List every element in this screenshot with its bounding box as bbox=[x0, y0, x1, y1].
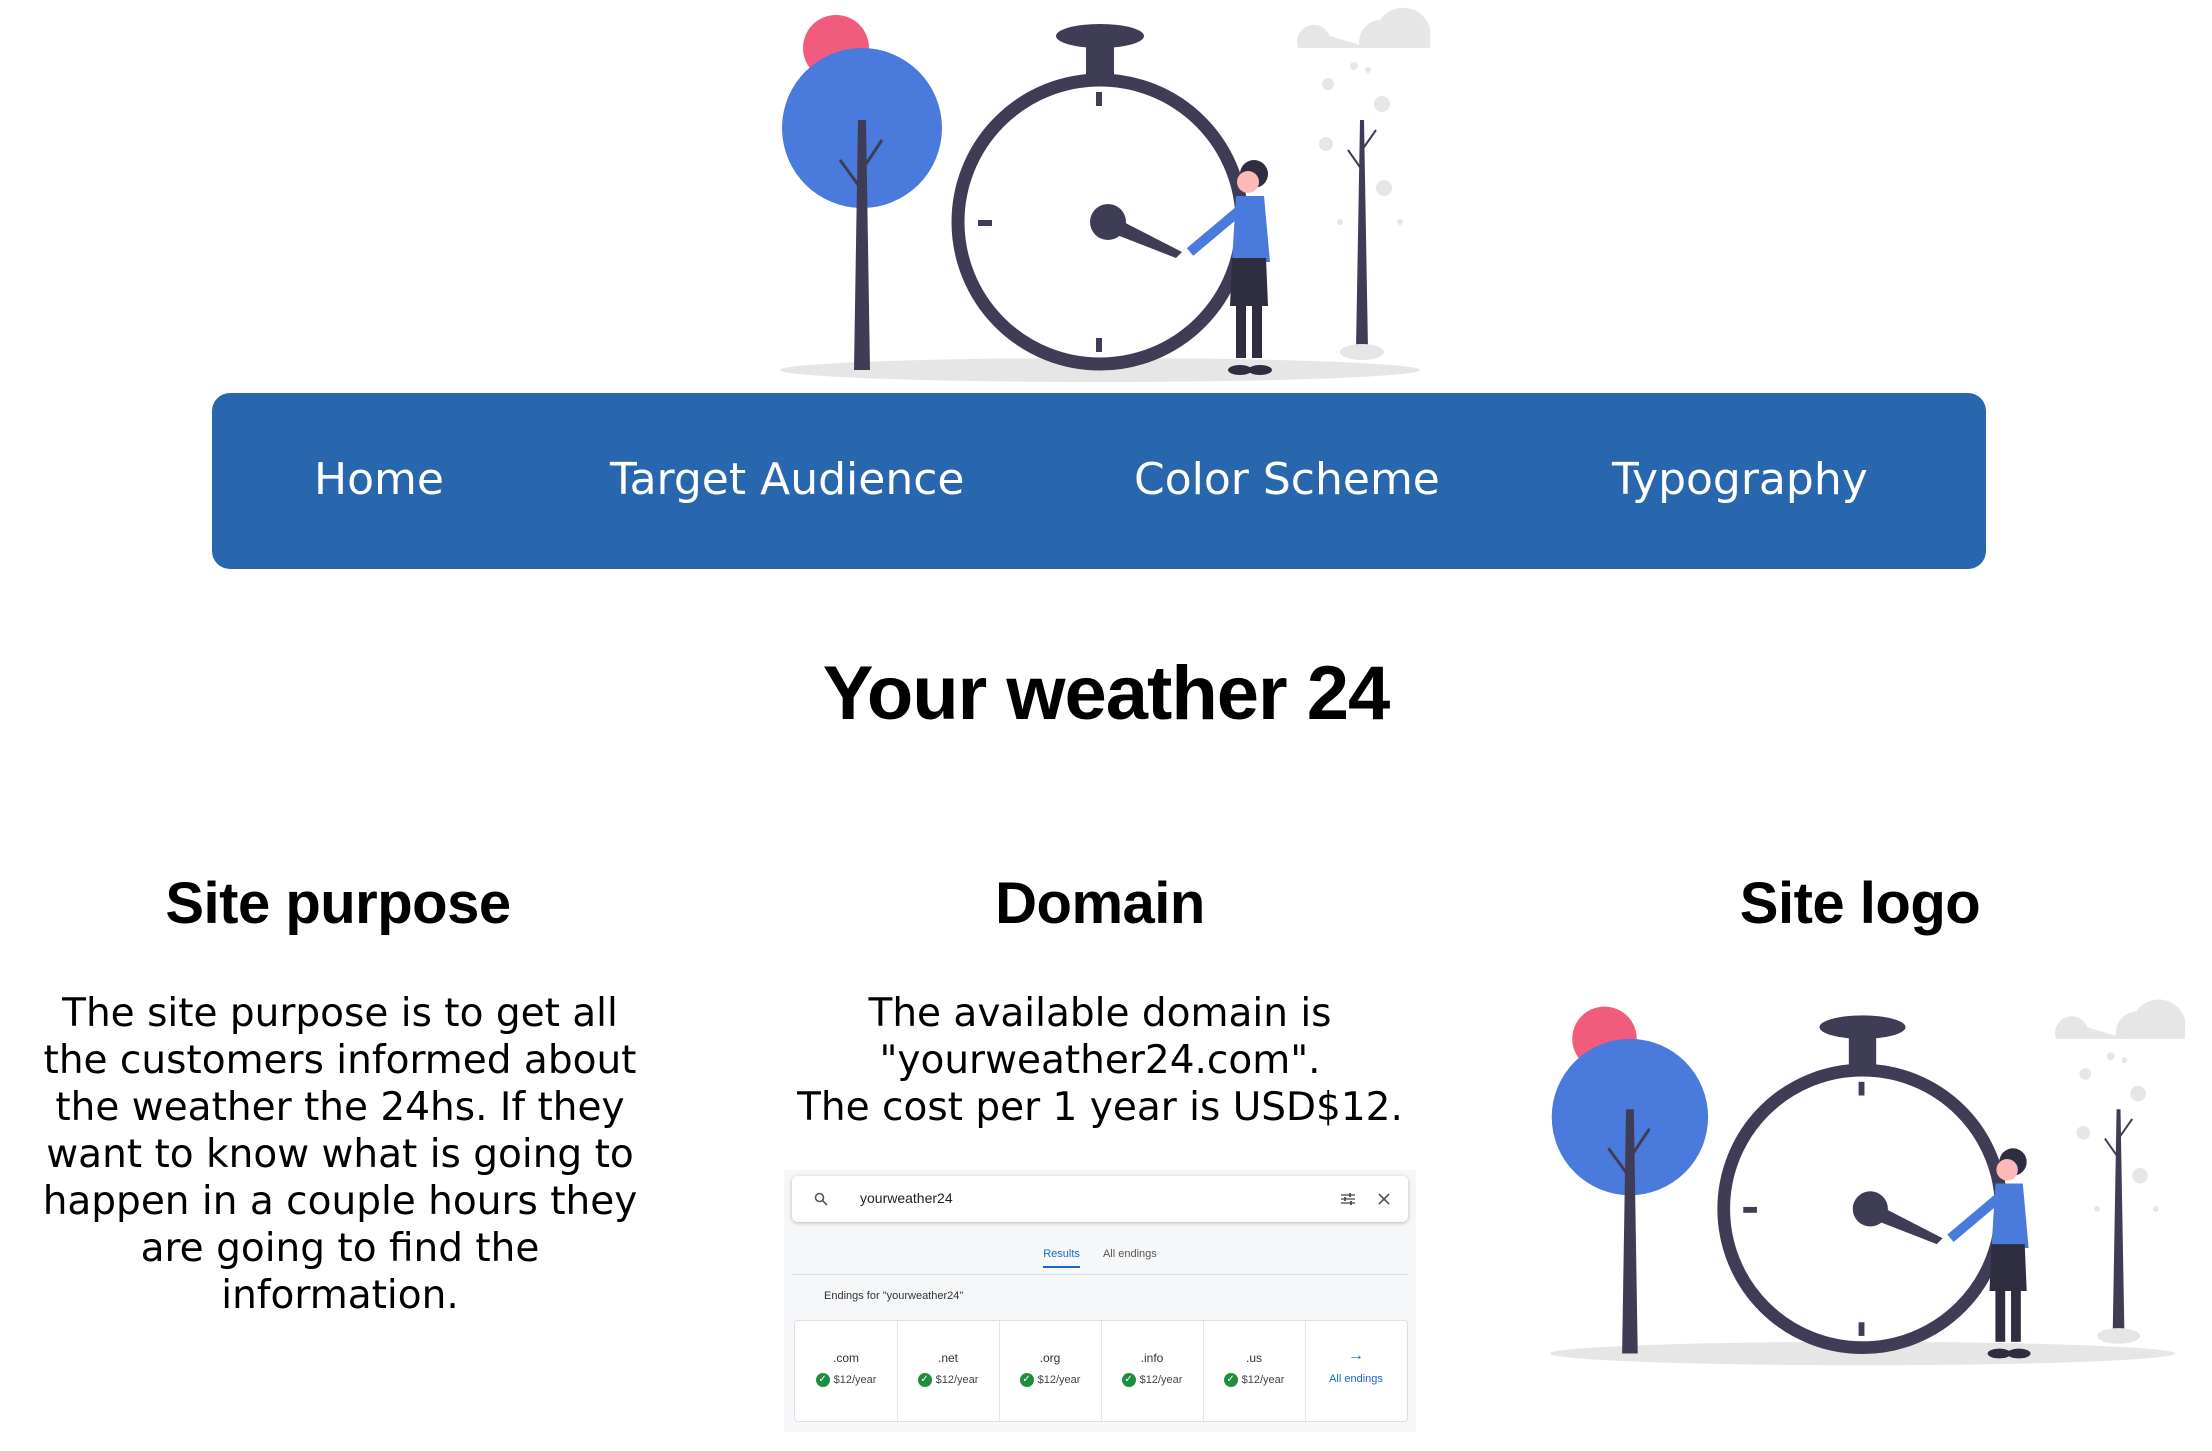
all-endings-card: → All endings bbox=[1305, 1321, 1407, 1421]
main-navbar: Home Target Audience Color Scheme Typogr… bbox=[212, 393, 1986, 569]
nav-color-scheme-link[interactable]: Color Scheme bbox=[1134, 445, 1440, 515]
domain-line: "yourweather24.com". bbox=[879, 1038, 1321, 1083]
nav-target-audience-link[interactable]: Target Audience bbox=[610, 445, 964, 515]
check-icon: ✓ bbox=[917, 1373, 932, 1387]
domain-result-tabs: Results All endings bbox=[784, 1248, 1416, 1268]
nav-home-link[interactable]: Home bbox=[314, 445, 444, 515]
hero-illustration bbox=[780, 7, 1430, 382]
purpose-line: happen in a couple hours they bbox=[42, 1179, 638, 1224]
domain-price: $12/year bbox=[833, 1373, 877, 1386]
purpose-line: The site purpose is to get all bbox=[62, 991, 618, 1036]
domain-search-bar: yourweather24 bbox=[792, 1176, 1408, 1222]
site-purpose-text: The site purpose is to get all the custo… bbox=[10, 990, 670, 1319]
domain-price: $12/year bbox=[1241, 1373, 1285, 1386]
purpose-line: want to know what is going to bbox=[46, 1132, 634, 1177]
tab-results: Results bbox=[1043, 1248, 1080, 1268]
domain-ending-card: .com ✓ $12/year bbox=[795, 1321, 898, 1421]
tab-all-endings: All endings bbox=[1102, 1248, 1157, 1260]
domain-tld: .info bbox=[1140, 1351, 1164, 1365]
domain-ending-card: .org ✓ $12/year bbox=[999, 1321, 1102, 1421]
page-title: Your weather 24 bbox=[822, 651, 1390, 736]
domain-endings-cards: .com ✓ $12/year .net ✓ $12/year .org ✓ $12/… bbox=[794, 1320, 1408, 1422]
domain-ending-card: .us ✓ $12/year bbox=[1203, 1321, 1306, 1421]
domain-price: $12/year bbox=[1139, 1373, 1183, 1386]
site-logo-image bbox=[1549, 999, 2185, 1366]
domain-price: $12/year bbox=[935, 1373, 979, 1386]
purpose-line: the customers informed about bbox=[43, 1038, 637, 1083]
domain-tld: .net bbox=[937, 1351, 958, 1365]
domain-tld: .us bbox=[1245, 1351, 1262, 1365]
domain-line: The cost per 1 year is USD$12. bbox=[797, 1085, 1403, 1130]
divider bbox=[792, 1274, 1408, 1275]
nav-typography-link[interactable]: Typography bbox=[1612, 445, 1868, 515]
domain-ending-card: .net ✓ $12/year bbox=[897, 1321, 1000, 1421]
check-icon: ✓ bbox=[815, 1373, 830, 1387]
all-endings-label: All endings bbox=[1329, 1373, 1383, 1385]
check-icon: ✓ bbox=[1019, 1373, 1034, 1387]
site-logo-heading: Site logo bbox=[1739, 871, 1981, 936]
domain-line: The available domain is bbox=[868, 991, 1332, 1036]
domain-ending-card: .info ✓ $12/year bbox=[1101, 1321, 1204, 1421]
purpose-line: information. bbox=[221, 1273, 459, 1318]
domain-tld: .org bbox=[1039, 1351, 1061, 1365]
domain-search-query: yourweather24 bbox=[860, 1190, 953, 1206]
domain-tld: .com bbox=[832, 1351, 859, 1365]
endings-label: Endings for "yourweather24" bbox=[824, 1290, 964, 1302]
purpose-line: are going to find the bbox=[140, 1226, 540, 1271]
site-purpose-heading: Site purpose bbox=[165, 871, 511, 936]
check-icon: ✓ bbox=[1223, 1373, 1238, 1387]
domain-text: The available domain is "yourweather24.c… bbox=[770, 990, 1430, 1131]
filter-icon bbox=[1341, 1193, 1355, 1205]
domain-search-screenshot: yourweather24 Results All endings Ending… bbox=[784, 1170, 1416, 1432]
arrow-right-icon: → bbox=[1348, 1347, 1364, 1364]
domain-heading: Domain bbox=[995, 871, 1205, 936]
domain-price: $12/year bbox=[1037, 1373, 1081, 1386]
check-icon: ✓ bbox=[1121, 1373, 1136, 1387]
purpose-line: the weather the 24hs. If they bbox=[55, 1085, 625, 1130]
search-icon bbox=[814, 1192, 828, 1206]
close-icon bbox=[1378, 1193, 1390, 1205]
